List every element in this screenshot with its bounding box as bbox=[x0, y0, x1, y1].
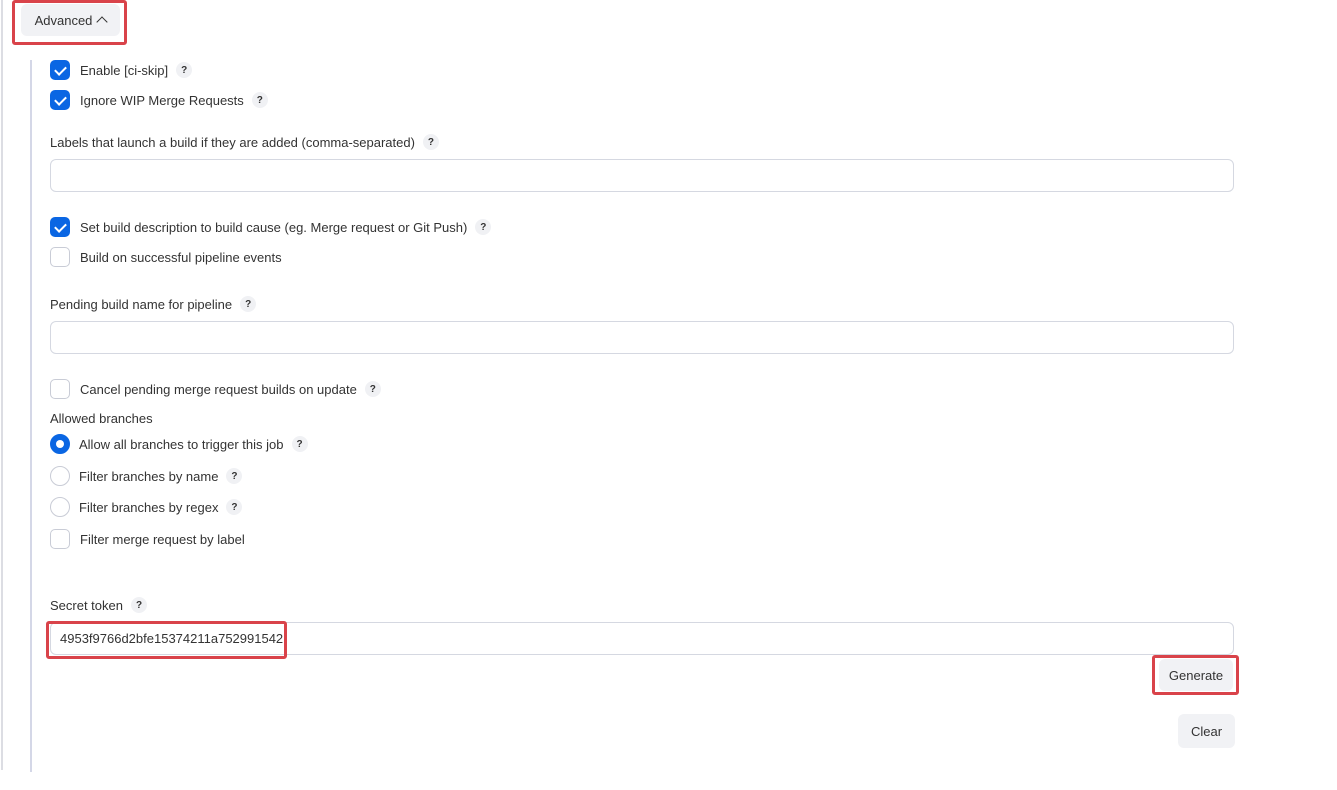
filter-branches-by-regex-label: Filter branches by regex bbox=[79, 499, 219, 515]
pending-build-name-label: Pending build name for pipeline bbox=[50, 296, 233, 312]
filter-by-label-label: Filter merge request by label bbox=[80, 531, 245, 547]
clear-button[interactable]: Clear bbox=[1178, 714, 1235, 748]
secret-token-highlight bbox=[46, 621, 287, 659]
help-icon[interactable]: ? bbox=[475, 219, 492, 235]
allow-all-branches-option[interactable]: Allow all branches to trigger this job ? bbox=[50, 434, 308, 454]
filter-by-label-checkbox[interactable] bbox=[50, 529, 70, 549]
check-icon bbox=[53, 62, 67, 76]
set-build-description-label: Set build description to build cause (eg… bbox=[80, 219, 468, 235]
build-on-pipeline-option[interactable]: Build on successful pipeline events bbox=[50, 247, 282, 267]
help-icon[interactable]: ? bbox=[291, 436, 308, 452]
help-icon[interactable]: ? bbox=[226, 468, 243, 484]
outer-section-rule bbox=[1, 0, 3, 770]
cancel-pending-label: Cancel pending merge request builds on u… bbox=[80, 381, 357, 397]
help-icon[interactable]: ? bbox=[240, 296, 257, 312]
build-on-pipeline-checkbox[interactable] bbox=[50, 247, 70, 267]
allowed-branches-label: Allowed branches bbox=[50, 411, 153, 426]
ignore-wip-checkbox[interactable] bbox=[50, 90, 70, 110]
filter-branches-by-name-option[interactable]: Filter branches by name ? bbox=[50, 466, 243, 486]
allow-all-branches-radio[interactable] bbox=[50, 434, 70, 454]
labels-launch-input[interactable] bbox=[50, 159, 1234, 192]
filter-branches-by-name-radio[interactable] bbox=[50, 466, 70, 486]
set-build-description-checkbox[interactable] bbox=[50, 217, 70, 237]
cancel-pending-option[interactable]: Cancel pending merge request builds on u… bbox=[50, 379, 381, 399]
set-build-description-option[interactable]: Set build description to build cause (eg… bbox=[50, 217, 492, 237]
enable-ci-skip-checkbox[interactable] bbox=[50, 60, 70, 80]
help-icon[interactable]: ? bbox=[422, 134, 439, 150]
cancel-pending-checkbox[interactable] bbox=[50, 379, 70, 399]
secret-token-label: Secret token bbox=[50, 597, 123, 613]
radio-dot-icon bbox=[56, 440, 64, 448]
filter-branches-by-regex-option[interactable]: Filter branches by regex ? bbox=[50, 497, 243, 517]
advanced-section-rule bbox=[30, 60, 32, 772]
check-icon bbox=[53, 219, 67, 233]
filter-branches-by-name-label: Filter branches by name bbox=[79, 468, 219, 484]
enable-ci-skip-option[interactable]: Enable [ci-skip] ? bbox=[50, 60, 193, 80]
enable-ci-skip-label: Enable [ci-skip] bbox=[80, 62, 169, 78]
ignore-wip-label: Ignore WIP Merge Requests bbox=[80, 92, 244, 108]
ignore-wip-option[interactable]: Ignore WIP Merge Requests ? bbox=[50, 90, 268, 110]
help-icon[interactable]: ? bbox=[176, 62, 193, 78]
allow-all-branches-label: Allow all branches to trigger this job bbox=[79, 436, 284, 452]
help-icon[interactable]: ? bbox=[131, 597, 147, 613]
check-icon bbox=[53, 92, 67, 106]
filter-by-label-option[interactable]: Filter merge request by label bbox=[50, 529, 245, 549]
advanced-highlight bbox=[12, 0, 127, 45]
help-icon[interactable]: ? bbox=[251, 92, 268, 108]
labels-launch-label-row: Labels that launch a build if they are a… bbox=[50, 134, 439, 150]
secret-token-label-row: Secret token ? bbox=[50, 597, 147, 613]
help-icon[interactable]: ? bbox=[226, 499, 243, 515]
help-icon[interactable]: ? bbox=[364, 381, 381, 397]
build-on-pipeline-label: Build on successful pipeline events bbox=[80, 249, 282, 265]
labels-launch-label: Labels that launch a build if they are a… bbox=[50, 134, 415, 150]
generate-highlight bbox=[1152, 655, 1239, 695]
filter-branches-by-regex-radio[interactable] bbox=[50, 497, 70, 517]
pending-build-name-input[interactable] bbox=[50, 321, 1234, 354]
pending-build-name-label-row: Pending build name for pipeline ? bbox=[50, 296, 257, 312]
